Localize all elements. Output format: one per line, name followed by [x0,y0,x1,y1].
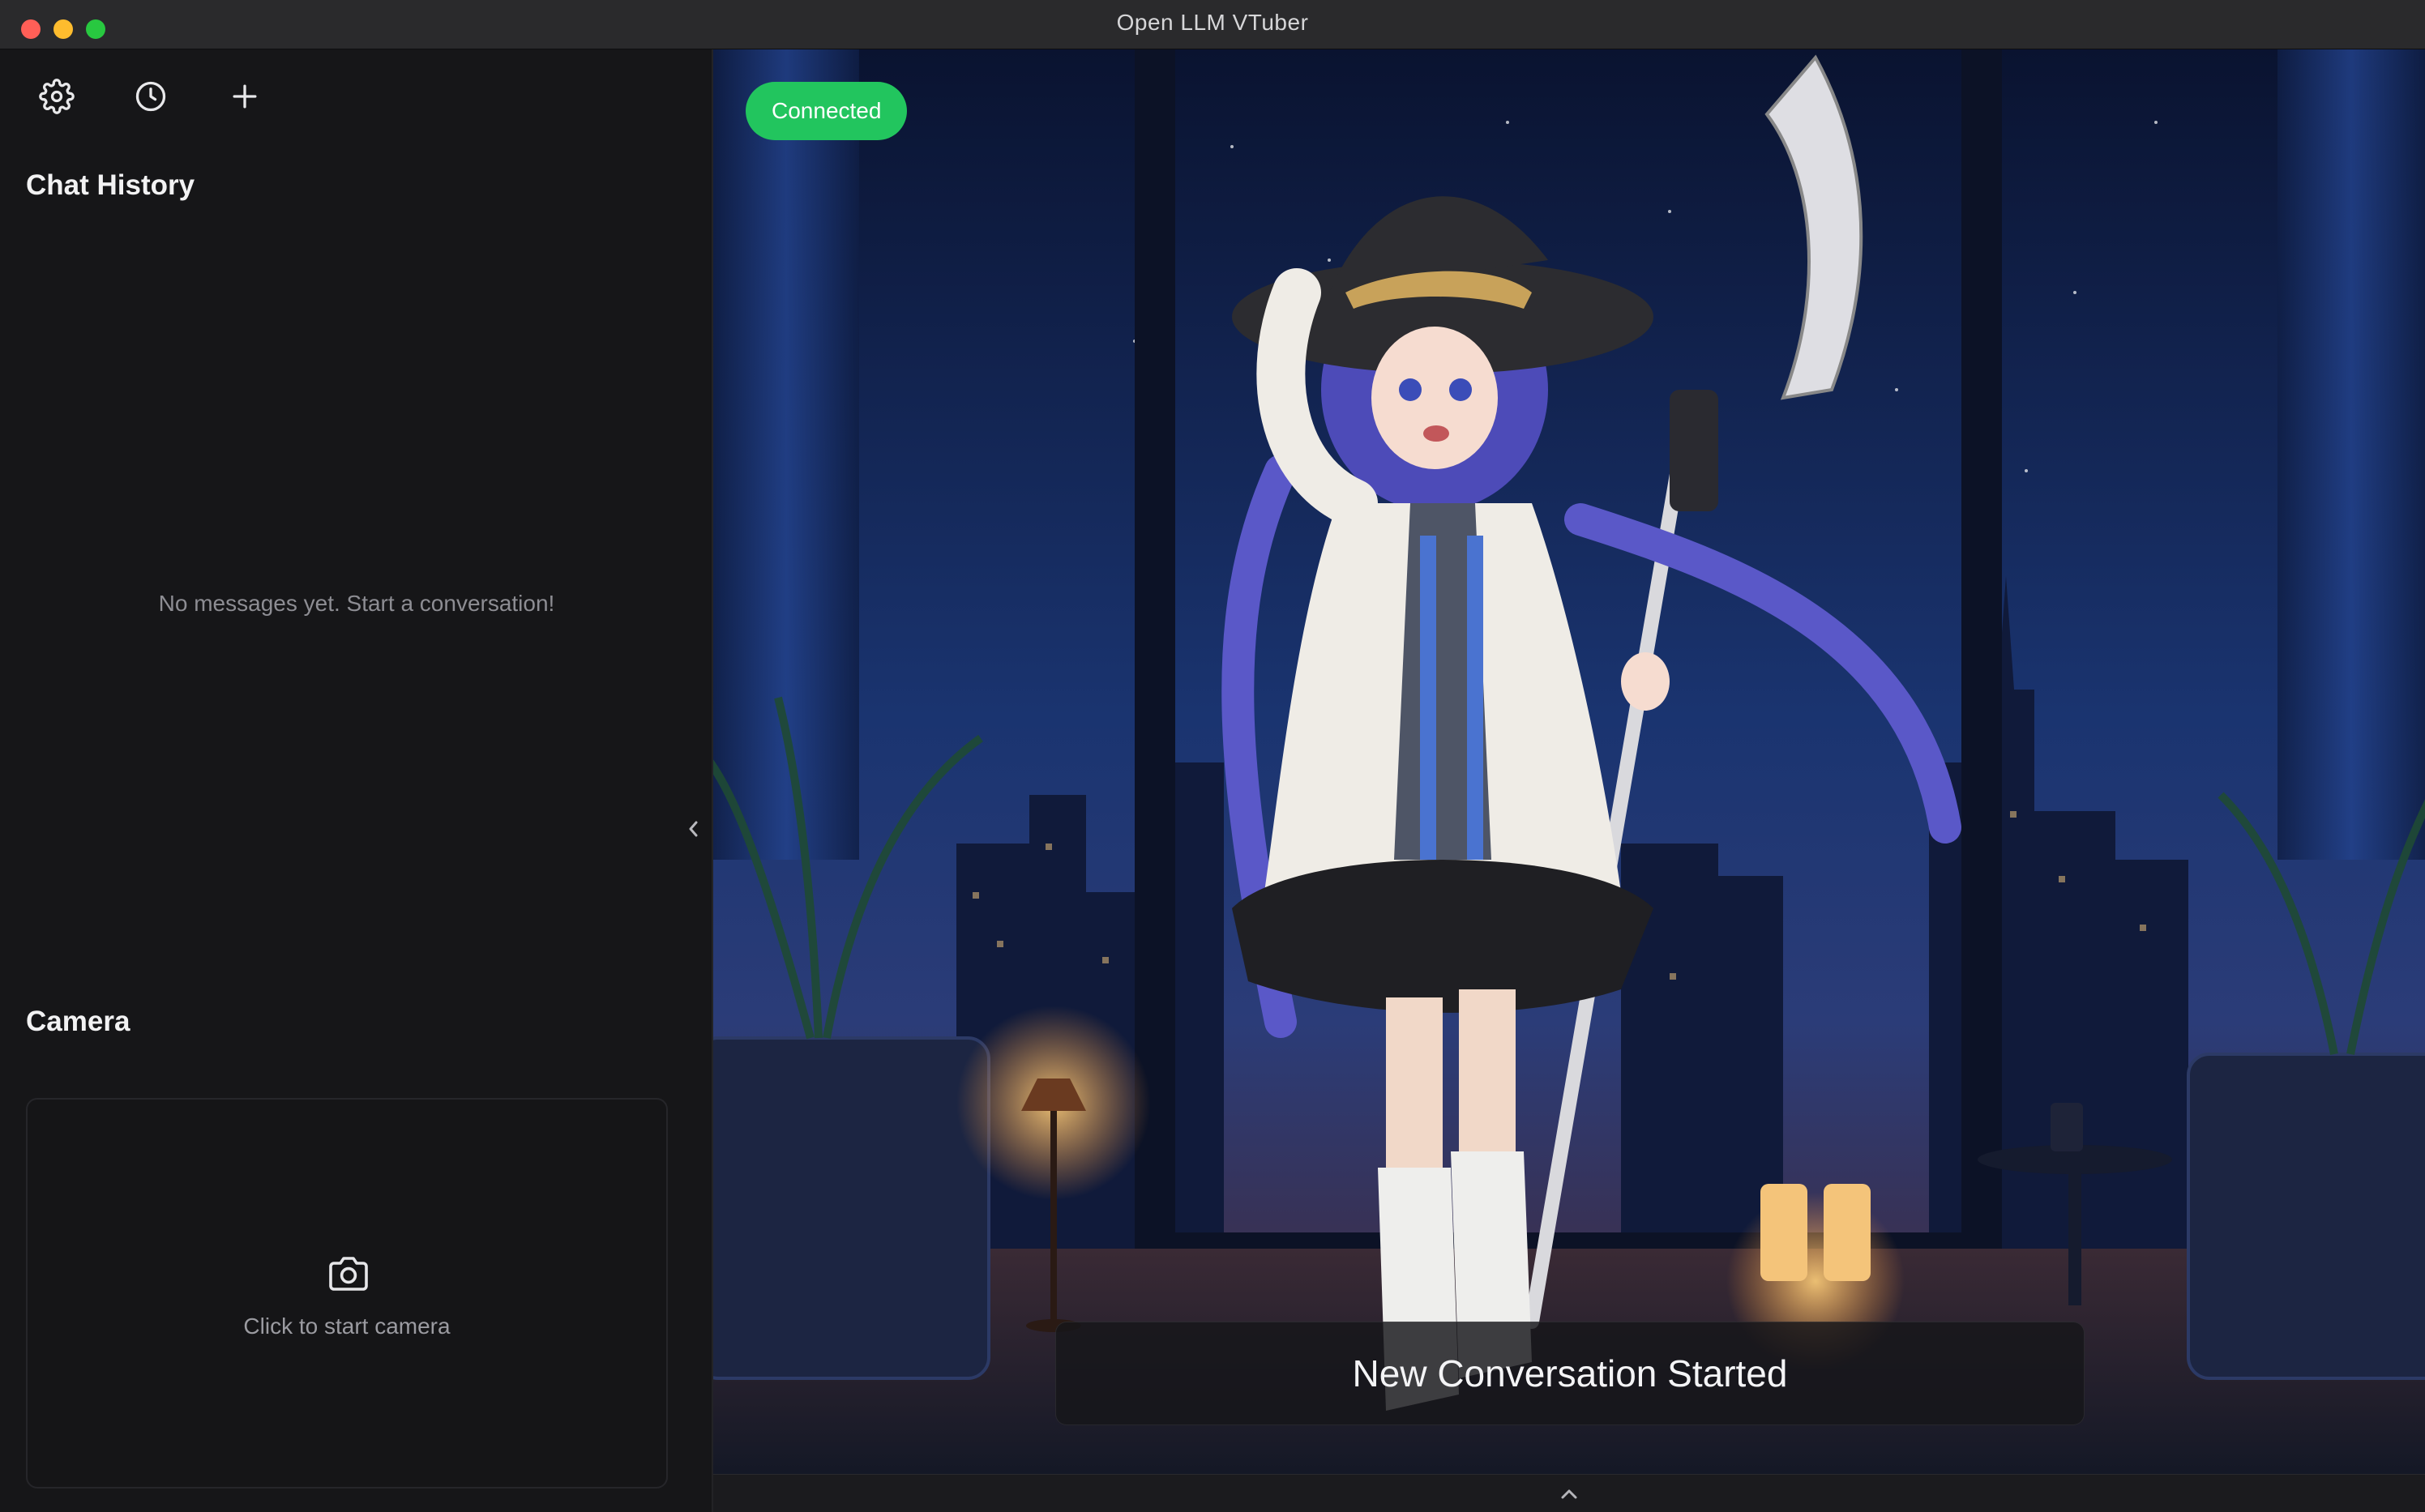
connection-status-badge[interactable]: Connected [746,82,908,140]
window-title: Open LLM VTuber [1116,10,1309,35]
chat-empty-message: No messages yet. Start a conversation! [158,591,555,616]
camera-title: Camera [26,1006,130,1037]
chevron-left-icon [689,821,698,837]
subtitle-box: New Conversation Started [1055,1322,2085,1425]
title-bar: Open LLM VTuber [0,0,2425,49]
app-window: Open LLM VTuber Chat History No messages… [0,0,2425,1512]
settings-button[interactable] [32,72,81,121]
clock-icon [135,81,166,112]
background-scene [713,49,2425,1474]
camera-icon [329,1257,368,1291]
camera-panel[interactable]: Click to start camera [26,1098,668,1489]
sidebar: Chat History No messages yet. Start a co… [0,49,713,1512]
chat-history-title: Chat History [26,169,195,201]
plus-icon [233,84,257,109]
expand-input-button[interactable] [1548,1480,1590,1509]
camera-start-label: Click to start camera [243,1313,451,1339]
bottom-bar [713,1474,2425,1512]
subtitle-text: New Conversation Started [1352,1352,1788,1395]
live2d-stage[interactable]: Connected New Conversation Started [713,49,2425,1474]
new-chat-button[interactable] [220,72,269,121]
collapse-sidebar-button[interactable] [678,806,710,852]
gear-icon [39,79,75,114]
chevron-up-icon [1561,1489,1577,1499]
history-button[interactable] [126,72,175,121]
